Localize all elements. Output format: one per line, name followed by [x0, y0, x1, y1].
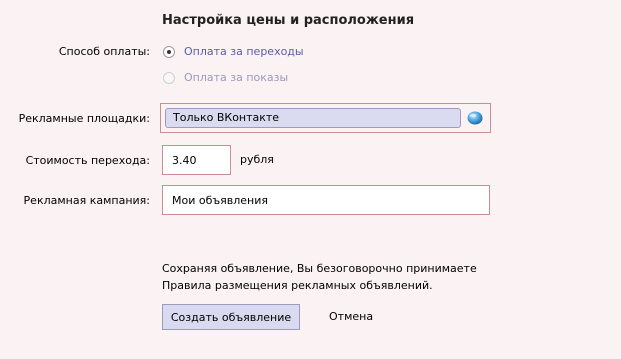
terms-notice-line2[interactable]: Правила размещения рекламных объявлений.: [162, 279, 433, 292]
cost-input[interactable]: [163, 146, 230, 174]
cancel-link[interactable]: Отмена: [329, 310, 373, 323]
cost-label: Стоимость перехода:: [25, 154, 150, 167]
radio-pay-per-click[interactable]: [163, 46, 175, 58]
platforms-field: Только ВКонтакте: [160, 103, 491, 133]
create-ad-button[interactable]: Создать объявление: [162, 304, 300, 330]
campaign-input[interactable]: [163, 186, 489, 214]
cost-field: [162, 145, 231, 175]
radio-pay-per-impression-label[interactable]: Оплата за показы: [184, 71, 288, 84]
radio-pay-per-impression[interactable]: [163, 72, 175, 84]
campaign-field: [162, 185, 490, 215]
payment-method-label: Способ оплаты:: [58, 45, 150, 58]
terms-notice-line1: Сохраняя объявление, Вы безоговорочно пр…: [162, 262, 477, 275]
globe-icon[interactable]: [467, 111, 483, 125]
platforms-label: Рекламные площадки:: [18, 112, 150, 125]
section-title: Настройка цены и расположения: [162, 13, 415, 28]
platforms-select[interactable]: Только ВКонтакте: [165, 108, 461, 128]
cost-unit: рубля: [240, 153, 274, 166]
radio-pay-per-click-label[interactable]: Оплата за переходы: [184, 45, 304, 58]
campaign-label: Рекламная кампания:: [23, 194, 150, 207]
